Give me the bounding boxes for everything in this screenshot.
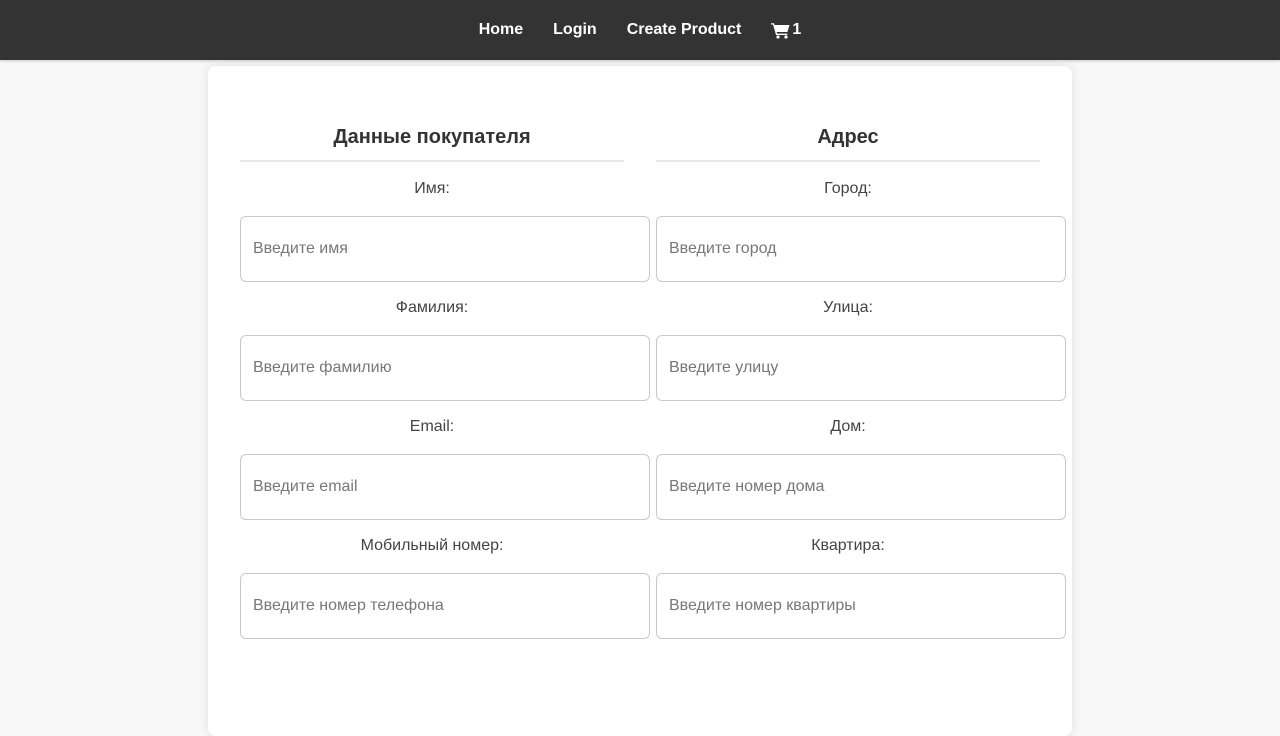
first-name-input[interactable] [240,216,650,282]
nav-login-link[interactable]: Login [553,21,597,39]
apartment-input[interactable] [656,573,1066,639]
address-section-divider [656,160,1040,162]
top-navbar: Home Login Create Product 1 [0,0,1280,60]
phone-label: Мобильный номер: [360,537,504,554]
cart-count-badge: 1 [792,21,802,38]
last-name-label: Фамилия: [395,299,469,316]
buyer-section-title: Данные покупателя [333,126,531,148]
house-input[interactable] [656,454,1066,520]
phone-input[interactable] [240,573,650,639]
shopping-cart-icon [771,22,790,39]
buyer-section-divider [240,160,624,162]
street-label: Улица: [823,299,873,316]
apartment-label: Квартира: [811,537,885,554]
nav-home-link[interactable]: Home [479,21,523,39]
house-label: Дом: [830,418,866,435]
nav-cart-link[interactable]: 1 [771,21,801,39]
last-name-input[interactable] [240,335,650,401]
city-label: Город: [824,180,872,197]
city-input[interactable] [656,216,1066,282]
email-label: Email: [409,418,455,435]
email-input[interactable] [240,454,650,520]
first-name-label: Имя: [414,180,450,197]
nav-create-product-link[interactable]: Create Product [627,21,742,39]
street-input[interactable] [656,335,1066,401]
checkout-form-card: Данные покупателя Имя: Фамилия: Email: М… [208,66,1072,736]
address-section-title: Адрес [817,126,879,148]
